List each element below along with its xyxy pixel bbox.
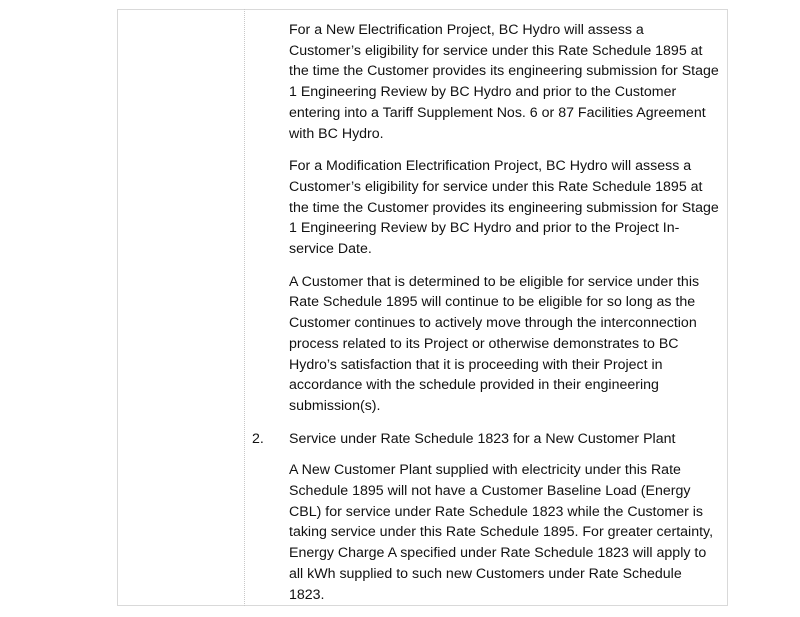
paragraph-continued-eligibility: A Customer that is determined to be elig… — [289, 273, 700, 414]
paragraph-new-electrification: For a New Electrification Project, BC Hy… — [289, 22, 719, 142]
item-heading: Service under Rate Schedule 1823 for a N… — [289, 430, 676, 447]
item-number: 2. — [252, 430, 264, 447]
document-body: For a New Electrification Project, BC Hy… — [252, 20, 719, 617]
paragraph-modification-electrification: For a Modification Electrification Proje… — [289, 158, 719, 258]
paragraph-new-customer-plant: A New Customer Plant supplied with elect… — [289, 462, 714, 603]
numbered-item: 2. Service under Rate Schedule 1823 for … — [252, 429, 719, 450]
column-divider — [244, 9, 245, 606]
